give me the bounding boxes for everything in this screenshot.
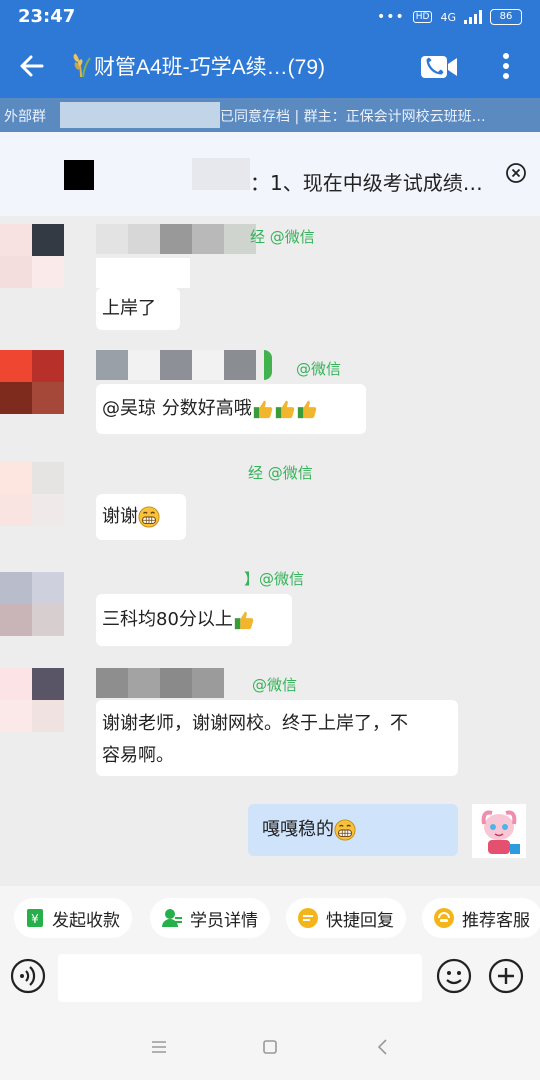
chat-header: 财管A4班-巧学A续…(79) — [0, 36, 540, 98]
payment-icon: ¥ — [27, 909, 43, 927]
my-avatar[interactable] — [472, 804, 526, 858]
sender-name — [96, 350, 272, 380]
svg-text:¥: ¥ — [31, 912, 39, 926]
chip-label: 快捷回复 — [326, 910, 394, 931]
avatar[interactable] — [0, 572, 64, 636]
message-bubble[interactable]: 上岸了 — [96, 288, 180, 330]
chip-label: 推荐客服 — [462, 910, 530, 931]
recommend-service-button[interactable]: 推荐客服 — [422, 898, 540, 938]
student-icon — [162, 909, 182, 927]
redacted-block — [192, 158, 250, 190]
message-bubble[interactable]: 谢谢 — [96, 494, 186, 540]
group-owner-notice: 已同意存档 | 群主：正保会计网校云班班… — [220, 109, 486, 125]
thumbs-up-icon — [234, 611, 254, 630]
wheat-icon — [73, 53, 91, 78]
message-list[interactable]: 经 @微信 上岸了 @微信 @吴琼 分数好高哦 经 @微信 谢谢 】@微信 三科… — [0, 216, 540, 886]
external-group-label: 外部群 — [4, 109, 46, 125]
message-text: @吴琼 分数好高哦 — [102, 398, 252, 419]
chip-label: 发起收款 — [52, 910, 120, 931]
thumbs-up-icon — [297, 400, 317, 419]
signal-icon — [464, 10, 482, 24]
avatar[interactable] — [0, 350, 64, 414]
chip-label: 学员详情 — [190, 910, 258, 931]
status-time: 23:47 — [18, 6, 76, 27]
status-icons: ••• HD 4G 86 — [377, 9, 522, 25]
message-input[interactable] — [58, 954, 422, 1002]
home-icon[interactable] — [259, 1036, 281, 1058]
hd-badge: HD — [412, 11, 433, 23]
quick-reply-button[interactable]: 快捷回复 — [286, 898, 406, 938]
input-bar — [0, 948, 540, 1014]
message-bubble[interactable]: @吴琼 分数好高哦 — [96, 384, 366, 434]
group-announcement[interactable]: ：1、现在中级考试成绩… — [0, 132, 540, 216]
avatar[interactable] — [0, 224, 64, 288]
quick-reply-icon — [298, 908, 318, 928]
message-text: 上岸了 — [102, 298, 156, 319]
avatar[interactable] — [0, 668, 64, 732]
network-type: 4G — [440, 10, 456, 24]
voice-input-icon[interactable] — [10, 958, 46, 994]
message-bubble[interactable]: 三科均80分以上 — [96, 594, 292, 646]
video-call-icon[interactable] — [420, 54, 458, 80]
sender-name — [96, 224, 256, 254]
customer-service-icon — [434, 908, 454, 928]
notification-dots-icon: ••• — [376, 9, 405, 25]
thumbs-up-icon — [253, 400, 273, 419]
avatar[interactable] — [0, 462, 64, 526]
wechat-source-label: 经 @微信 — [250, 228, 315, 246]
battery-icon: 86 — [490, 9, 522, 25]
student-details-button[interactable]: 学员详情 — [150, 898, 270, 938]
my-message-bubble[interactable]: 嘎嘎稳的 — [248, 804, 458, 856]
chat-title[interactable]: 财管A4班-巧学A续…(79) — [70, 51, 325, 81]
message-text-line2: 容易啊。 — [102, 745, 174, 766]
grin-emoji-icon — [138, 506, 160, 528]
chat-title-text: 财管A4班-巧学A续…(79) — [94, 56, 326, 79]
emoji-icon[interactable] — [436, 958, 472, 994]
wechat-source-label: @微信 — [252, 676, 298, 694]
wechat-source-label: 经 @微信 — [248, 464, 313, 482]
menu-icon[interactable] — [148, 1036, 170, 1058]
thumbs-up-icon — [275, 400, 295, 419]
back-icon[interactable] — [372, 1036, 394, 1058]
redacted-black-block — [64, 160, 94, 190]
back-arrow-icon[interactable] — [16, 50, 48, 82]
announcement-text: ：1、现在中级考试成绩… — [250, 171, 483, 195]
status-bar: 23:47 ••• HD 4G 86 — [0, 0, 540, 36]
group-info-bar[interactable]: 外部群 已同意存档 | 群主：正保会计网校云班班… — [0, 98, 540, 132]
message-text: 嘎嘎稳的 — [262, 819, 334, 840]
wechat-source-label: @微信 — [296, 360, 342, 378]
grin-emoji-icon — [334, 819, 356, 841]
message-text-line1: 谢谢老师，谢谢网校。终于上岸了，不 — [102, 713, 408, 734]
message-text: 三科均80分以上 — [102, 609, 233, 630]
message-text: 谢谢 — [102, 506, 138, 527]
request-payment-button[interactable]: ¥ 发起收款 — [14, 898, 132, 938]
plus-icon[interactable] — [488, 958, 524, 994]
redacted-block — [60, 102, 220, 128]
quick-actions-bar: ¥ 发起收款 学员详情 快捷回复 推荐客服 — [0, 886, 540, 948]
wechat-source-label: 】@微信 — [244, 570, 305, 588]
sender-name — [96, 668, 224, 698]
more-options-icon[interactable] — [496, 50, 516, 82]
message-bubble[interactable]: 谢谢老师，谢谢网校。终于上岸了，不 容易啊。 — [96, 700, 458, 776]
bubble-top-block — [96, 258, 190, 288]
system-nav-bar — [0, 1014, 540, 1080]
close-icon[interactable] — [505, 162, 527, 184]
